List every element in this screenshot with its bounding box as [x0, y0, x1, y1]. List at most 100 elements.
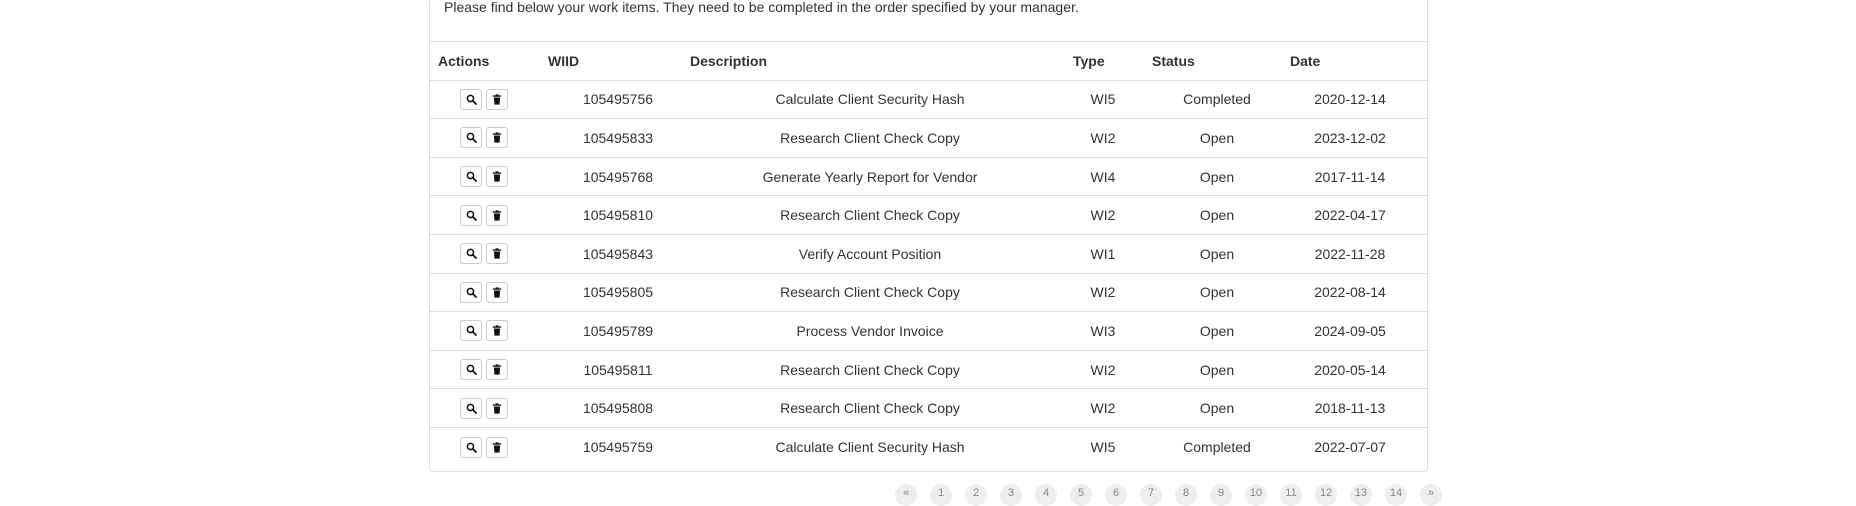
view-button[interactable]	[460, 88, 482, 110]
page-link[interactable]: 4	[1035, 484, 1057, 506]
page-link[interactable]: 7	[1140, 484, 1162, 506]
cell-status: Open	[1199, 322, 1235, 339]
search-icon	[466, 287, 477, 298]
search-icon	[466, 94, 477, 105]
cell-wiid: 105495833	[582, 129, 654, 146]
row-actions	[460, 389, 560, 427]
cell-description: Research Client Check Copy	[780, 400, 960, 417]
search-icon	[466, 171, 477, 182]
page-link[interactable]: «	[895, 484, 917, 506]
cell-description: Research Client Check Copy	[780, 284, 960, 301]
header-status: Status	[1152, 52, 1195, 69]
delete-button[interactable]	[486, 397, 508, 419]
page-link[interactable]: 6	[1105, 484, 1127, 506]
page-link[interactable]: 2	[965, 484, 987, 506]
cell-status: Open	[1199, 361, 1235, 378]
row-actions	[460, 158, 560, 196]
delete-button[interactable]	[486, 320, 508, 342]
cell-date: 2022-07-07	[1314, 439, 1386, 456]
trash-icon	[492, 248, 502, 259]
page-link[interactable]: »	[1420, 484, 1442, 506]
page-link[interactable]: 9	[1210, 484, 1232, 506]
page-link[interactable]: 12	[1315, 484, 1337, 506]
work-items-panel: Please find below your work items. They …	[429, 0, 1428, 472]
view-button[interactable]	[460, 204, 482, 226]
row-actions	[460, 119, 560, 157]
trash-icon	[492, 402, 502, 414]
cell-type: WI1	[1090, 245, 1116, 262]
row-actions	[460, 428, 560, 467]
view-button[interactable]	[460, 436, 482, 458]
table-row: 105495789 Process Vendor Invoice WI3 Open 20…	[430, 312, 1427, 351]
table-row: 105495810 Research Client Check Copy WI2 Op…	[430, 196, 1427, 235]
page-link[interactable]: 14	[1385, 484, 1407, 506]
delete-button[interactable]	[486, 359, 508, 381]
cell-date: 2023-12-02	[1314, 129, 1386, 146]
delete-button[interactable]	[486, 281, 508, 303]
cell-type: WI2	[1090, 284, 1116, 301]
trash-icon	[492, 171, 502, 182]
view-button[interactable]	[460, 166, 482, 188]
row-actions	[460, 81, 560, 119]
cell-wiid: 105495808	[582, 400, 654, 417]
delete-button[interactable]	[486, 127, 508, 149]
page-link[interactable]: 1	[930, 484, 952, 506]
cell-status: Open	[1199, 245, 1235, 262]
row-actions	[460, 235, 560, 273]
cell-description: Calculate Client Security Hash	[775, 439, 965, 456]
cell-status: Open	[1199, 168, 1235, 185]
cell-type: WI5	[1090, 439, 1116, 456]
table-row: 105495805 Research Client Check Copy WI2 Op…	[430, 274, 1427, 313]
cell-description: Calculate Client Security Hash	[775, 91, 965, 108]
page-link[interactable]: 8	[1175, 484, 1197, 506]
search-icon	[466, 403, 477, 414]
table-row: 105495833 Research Client Check Copy WI2 Op…	[430, 119, 1427, 158]
delete-button[interactable]	[486, 204, 508, 226]
delete-button[interactable]	[486, 243, 508, 265]
row-actions	[460, 312, 560, 350]
row-actions	[460, 351, 560, 389]
cell-type: WI5	[1090, 91, 1116, 108]
cell-type: WI3	[1090, 322, 1116, 339]
cell-description: Research Client Check Copy	[780, 129, 960, 146]
table-row: 105495808 Research Client Check Copy WI2 Op…	[430, 389, 1427, 428]
header-type: Type	[1073, 52, 1105, 69]
row-actions	[460, 274, 560, 312]
cell-wiid: 105495810	[582, 207, 654, 224]
header-date: Date	[1290, 52, 1321, 69]
table-body: 105495756 Calculate Client Security Hash W…	[430, 81, 1427, 467]
page-link[interactable]: 11	[1280, 484, 1302, 506]
page-link[interactable]: 10	[1245, 484, 1267, 506]
cell-wiid: 105495789	[582, 322, 654, 339]
trash-icon	[492, 364, 502, 375]
view-button[interactable]	[460, 243, 482, 265]
row-actions	[460, 196, 560, 234]
table-row: 105495756 Calculate Client Security Hash W…	[430, 81, 1427, 120]
cell-status: Open	[1199, 207, 1235, 224]
cell-wiid: 105495805	[582, 284, 654, 301]
view-button[interactable]	[460, 397, 482, 419]
delete-button[interactable]	[486, 436, 508, 458]
cell-date: 2018-11-13	[1314, 400, 1386, 417]
trash-icon	[492, 287, 502, 298]
view-button[interactable]	[460, 127, 482, 149]
cell-status: Open	[1199, 284, 1235, 301]
cell-date: 2022-11-28	[1314, 245, 1386, 262]
view-button[interactable]	[460, 281, 482, 303]
trash-icon	[492, 325, 502, 337]
cell-type: WI2	[1090, 400, 1116, 417]
view-button[interactable]	[460, 359, 482, 381]
delete-button[interactable]	[486, 88, 508, 110]
delete-button[interactable]	[486, 166, 508, 188]
view-button[interactable]	[460, 320, 482, 342]
table-row: 105495811 Research Client Check Copy WI2 Op…	[430, 351, 1427, 390]
page-link[interactable]: 13	[1350, 484, 1372, 506]
cell-description: Generate Yearly Report for Vendor	[762, 168, 978, 185]
search-icon	[466, 364, 477, 375]
page-link[interactable]: 5	[1070, 484, 1092, 506]
table-row: 105495759 Calculate Client Security Hash W…	[430, 428, 1427, 467]
cell-description: Verify Account Position	[798, 245, 942, 262]
page-link[interactable]: 3	[1000, 484, 1022, 506]
intro-text: Please find below your work items. They …	[444, 0, 1079, 15]
trash-icon	[492, 132, 502, 144]
